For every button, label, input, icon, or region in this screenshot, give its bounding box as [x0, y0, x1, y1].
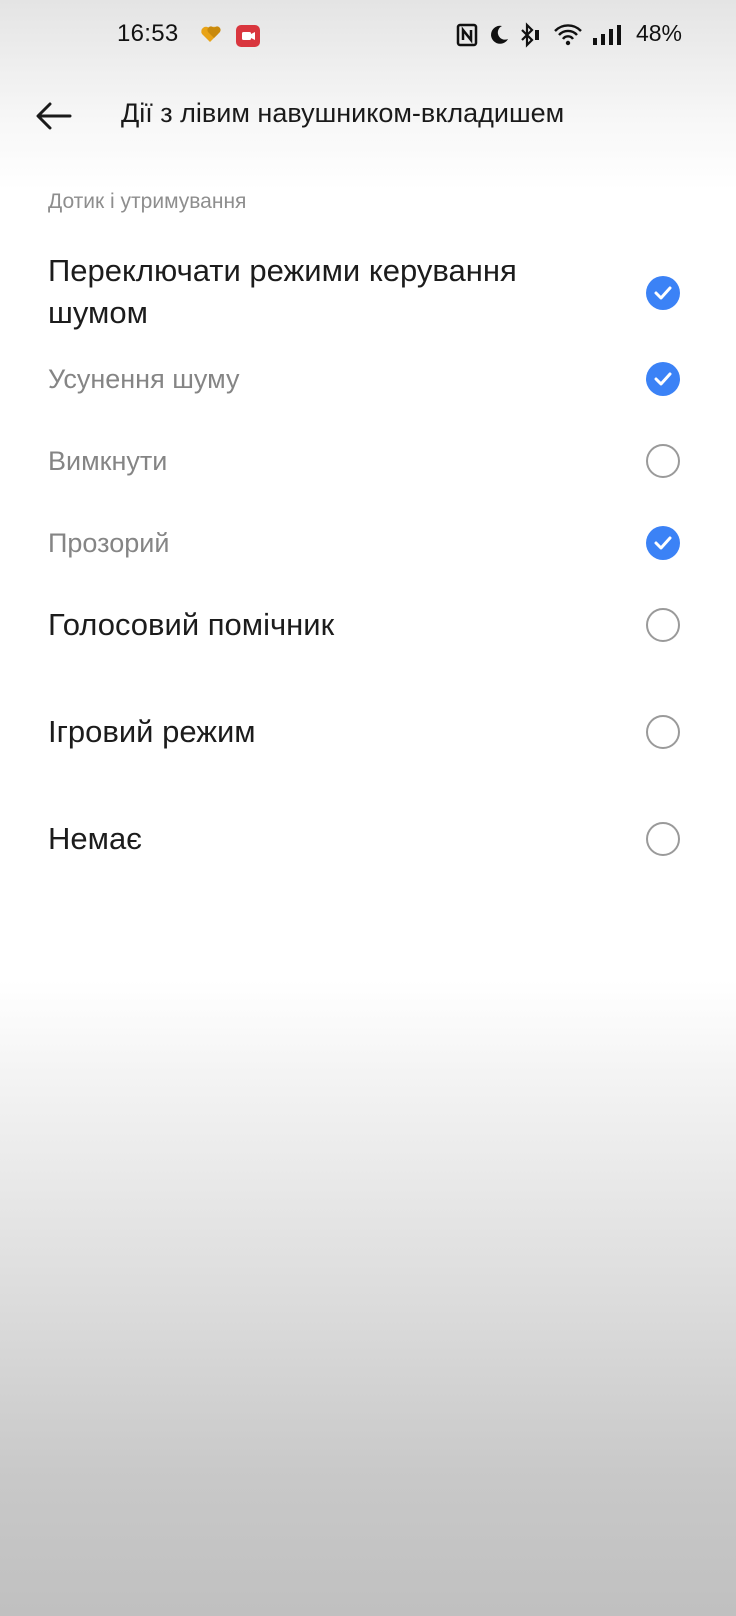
option-label: Немає	[48, 821, 142, 856]
checkmark-icon	[654, 372, 672, 386]
checkbox-checked[interactable]	[646, 526, 680, 560]
checkmark-icon	[654, 536, 672, 550]
video-record-icon	[236, 25, 260, 47]
option-label: Голосовий помічник	[48, 607, 335, 642]
app-bar: Дії з лівим навушником-вкладишем	[0, 80, 736, 152]
checkbox-unchecked[interactable]	[646, 715, 680, 749]
option-noise-control-toggle[interactable]: Переключати режими керування шумом	[0, 250, 736, 334]
checkbox-checked[interactable]	[646, 362, 680, 396]
signal-icon	[593, 25, 621, 45]
back-button[interactable]	[30, 94, 78, 138]
section-header: Дотик і утримування	[48, 190, 247, 213]
option-label: Вимкнути	[48, 446, 168, 476]
option-none[interactable]: Немає	[0, 818, 736, 862]
hearts-app-icon	[201, 26, 221, 42]
status-bar: 16:53 48%	[0, 14, 736, 58]
checkbox-checked[interactable]	[646, 276, 680, 310]
do-not-disturb-moon-icon	[491, 25, 508, 44]
option-voice-assistant[interactable]: Голосовий помічник	[0, 604, 736, 648]
option-game-mode[interactable]: Ігровий режим	[0, 711, 736, 755]
option-transparency[interactable]: Прозорий	[0, 522, 736, 566]
page-title: Дії з лівим навушником-вкладишем	[121, 98, 565, 128]
option-label: Прозорий	[48, 528, 170, 558]
option-label: Усунення шуму	[48, 364, 240, 394]
checkbox-unchecked[interactable]	[646, 822, 680, 856]
bluetooth-icon	[521, 22, 539, 48]
option-noise-cancellation[interactable]: Усунення шуму	[0, 358, 736, 402]
checkbox-unchecked[interactable]	[646, 608, 680, 642]
arrow-left-icon	[36, 102, 72, 130]
option-label: Ігровий режим	[48, 714, 256, 749]
nfc-icon	[456, 23, 478, 47]
option-off[interactable]: Вимкнути	[0, 440, 736, 484]
status-time: 16:53	[117, 20, 179, 47]
wifi-icon	[554, 24, 582, 46]
option-label: Переключати режими керування шумом	[48, 253, 517, 330]
battery-percentage: 48%	[635, 20, 682, 46]
checkmark-icon	[654, 286, 672, 300]
checkbox-unchecked[interactable]	[646, 444, 680, 478]
